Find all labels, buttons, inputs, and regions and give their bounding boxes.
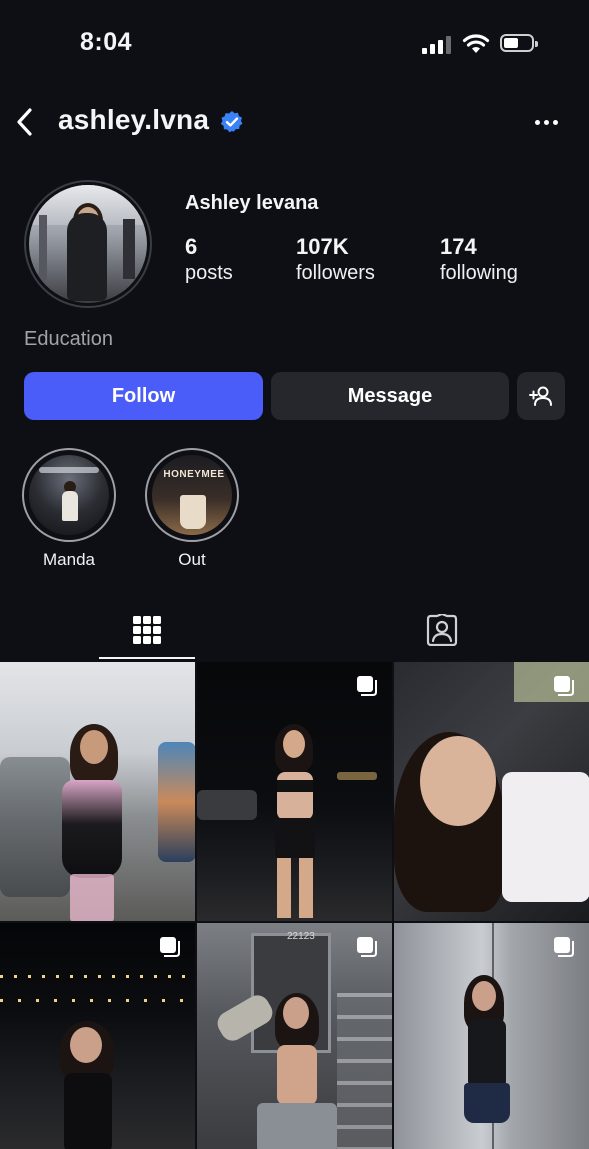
message-button[interactable]: Message: [271, 372, 509, 420]
profile-username: ashley.lvna: [58, 104, 210, 135]
carousel-icon: [357, 676, 377, 696]
highlight-out[interactable]: HONEYMEE Out: [145, 448, 239, 570]
profile-category: Education: [24, 328, 113, 350]
wifi-icon: [462, 34, 490, 53]
status-time: 8:04: [80, 28, 133, 56]
highlight-out-image: HONEYMEE: [152, 455, 232, 535]
post-thumbnail-2[interactable]: [197, 662, 392, 921]
cellular-signal-icon: [422, 36, 452, 54]
follow-button[interactable]: Follow: [24, 372, 263, 420]
post-thumbnail-4[interactable]: [0, 923, 195, 1149]
posts-grid: 22123: [0, 662, 589, 1149]
suggested-users-button[interactable]: [517, 372, 565, 420]
stat-following-label: following: [440, 262, 518, 284]
stat-followers-value: 107K: [296, 234, 349, 259]
carousel-icon: [357, 937, 377, 957]
verified-badge-icon: [220, 111, 243, 133]
carousel-icon: [554, 937, 574, 957]
highlight-manda-image: [29, 455, 109, 535]
tab-posts-grid[interactable]: [99, 600, 195, 660]
stat-posts-value: 6: [185, 234, 198, 259]
avatar: [29, 185, 147, 303]
active-tab-indicator: [99, 657, 195, 659]
grid-icon: [133, 616, 161, 644]
highlight-out-image-text: HONEYMEE: [163, 469, 225, 480]
add-person-icon: [529, 386, 552, 406]
profile-tabs: [0, 600, 589, 660]
post-thumbnail-1[interactable]: [0, 662, 195, 921]
stat-posts-label: posts: [185, 262, 233, 284]
stat-posts[interactable]: 6 posts: [185, 234, 233, 285]
post-image-text: 22123: [287, 931, 315, 942]
tagged-person-icon: [426, 614, 458, 646]
more-horizontal-icon: [534, 119, 540, 125]
profile-display-name: Ashley levana: [185, 192, 319, 214]
carousel-icon: [554, 676, 574, 696]
tab-tagged[interactable]: [394, 600, 490, 660]
highlight-label: Out: [178, 550, 206, 569]
post-thumbnail-3[interactable]: [394, 662, 589, 921]
post-thumbnail-5[interactable]: 22123: [197, 923, 392, 1149]
chevron-left-icon: [17, 108, 32, 136]
post-thumbnail-6[interactable]: [394, 923, 589, 1149]
carousel-icon: [160, 937, 180, 957]
back-button[interactable]: [10, 104, 40, 140]
highlight-label: Manda: [43, 550, 95, 569]
stat-following-value: 174: [440, 234, 477, 259]
stat-followers-label: followers: [296, 262, 375, 284]
status-bar: 8:04: [0, 0, 589, 90]
profile-avatar[interactable]: [24, 180, 152, 308]
stat-following[interactable]: 174 following: [440, 234, 518, 285]
more-options-button[interactable]: [528, 110, 564, 134]
highlight-manda[interactable]: Manda: [22, 448, 116, 570]
battery-icon: [500, 34, 538, 52]
stat-followers[interactable]: 107K followers: [296, 234, 375, 285]
